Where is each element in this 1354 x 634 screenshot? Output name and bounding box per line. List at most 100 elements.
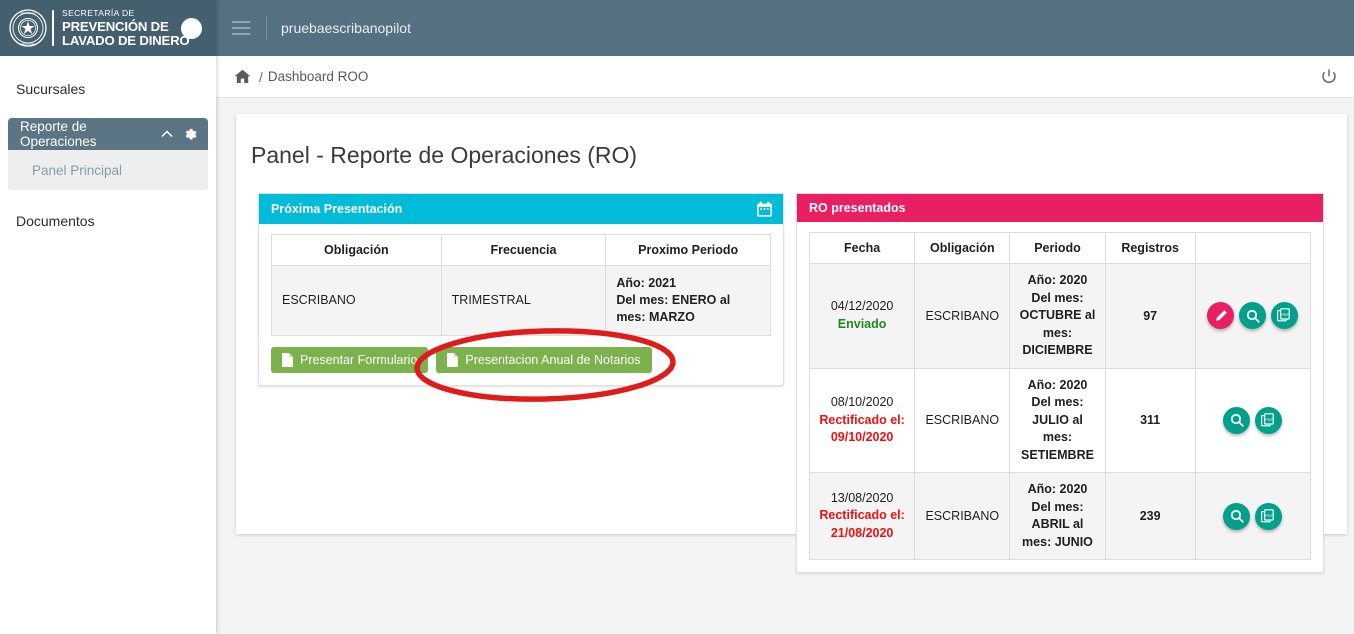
cell-registros: 97 — [1104, 263, 1196, 369]
search-icon[interactable] — [1223, 502, 1251, 530]
document-icon — [447, 352, 459, 367]
cell-obligacion: ESCRIBANO — [914, 367, 1011, 473]
cell-periodo: Año: 2020 Del mes: OCTUBRE al mes: DICIE… — [1009, 263, 1106, 369]
page-title: Panel - Reporte de Operaciones (RO) — [251, 142, 638, 168]
cell-proximo-periodo: Año: 2021 Del mes: ENERO al mes: MARZO — [605, 265, 771, 336]
sidebar-subitem-label: Panel Principal — [32, 162, 123, 178]
button-label: Presentar Formulario — [300, 352, 418, 367]
search-icon[interactable] — [1223, 406, 1251, 434]
ro-presentados-table: Fecha Obligación Periodo Registros 04/12… — [808, 232, 1312, 560]
sidebar-item-reporte-de-operaciones[interactable]: Reporte de Operaciones — [8, 118, 208, 150]
status-badge: Rectificado el: 09/10/2020 — [819, 412, 905, 445]
edit-icon[interactable] — [1207, 302, 1235, 330]
sidebar-item-label: Sucursales — [16, 81, 86, 97]
fecha-value: 13/08/2020 — [830, 490, 894, 505]
column-header-obligacion: Obligación — [271, 234, 442, 266]
main-card: Panel - Reporte de Operaciones (RO) Próx… — [236, 114, 1347, 573]
table-header-row: Fecha Obligación Periodo Registros — [808, 232, 1312, 264]
topbar: pruebaescribanopilot — [216, 0, 1354, 56]
breadcrumb-separator: / — [259, 68, 263, 85]
brand-header: REPUBLICA PARAGUAY SECRETARÍA DE PREVENC… — [0, 0, 216, 56]
sidebar-subitem-panel-principal[interactable]: Panel Principal — [8, 150, 208, 190]
periodo-rango: Del mes: ABRIL al mes: JUNIO — [1022, 499, 1093, 549]
ro-presentados-body: Fecha Obligación Periodo Registros 04/12… — [797, 222, 1323, 572]
button-label: Presentacion Anual de Notarios — [465, 352, 641, 367]
sidebar-item-label: Documentos — [16, 213, 95, 229]
table-header-row: Obligación Frecuencia Proximo Periodo — [271, 234, 771, 266]
cell-fecha: 04/12/2020 Enviado — [808, 263, 916, 369]
column-header-registros: Registros — [1104, 232, 1196, 264]
row-actions: PDF — [1203, 406, 1303, 434]
gear-icon[interactable] — [183, 127, 198, 142]
hamburger-menu-icon[interactable] — [232, 21, 250, 35]
proxima-presentacion-table: Obligación Frecuencia Proximo Periodo ES… — [271, 234, 771, 336]
column-header-fecha: Fecha — [808, 232, 916, 264]
chevron-up-icon[interactable] — [161, 128, 173, 140]
periodo-anio: Año: 2020 — [1027, 273, 1088, 287]
pdf-icon[interactable]: PDF — [1271, 302, 1299, 330]
periodo-rango: Del mes: OCTUBRE al mes: DICIEMBRE — [1019, 290, 1096, 358]
cell-registros: 311 — [1104, 367, 1196, 473]
proxima-presentacion-header: Próxima Presentación — [259, 194, 783, 224]
svg-text:REPUBLICA: REPUBLICA — [21, 11, 36, 15]
cell-acciones: PDF — [1194, 263, 1312, 369]
status-badge: Rectificado el: 21/08/2020 — [819, 508, 905, 540]
sidebar-nav: Sucursales Reporte de Operaciones Panel … — [0, 56, 216, 238]
periodo-rango: Del mes: ENERO al mes: MARZO — [616, 292, 731, 324]
app-root: REPUBLICA PARAGUAY SECRETARÍA DE PREVENC… — [0, 0, 1354, 634]
panel-button-row: Presentar Formulario Presentacion Anual … — [271, 346, 771, 373]
periodo-anio: Año: 2021 — [616, 276, 677, 290]
breadcrumb: / Dashboard ROO — [216, 56, 1354, 98]
cell-periodo: Año: 2020 Del mes: JULIO al mes: SETIEMB… — [1009, 367, 1106, 473]
cell-fecha: 08/10/2020 Rectificado el: 09/10/2020 — [808, 367, 916, 473]
svg-text:PDF: PDF — [1265, 512, 1274, 517]
cell-obligacion: ESCRIBANO — [271, 265, 442, 336]
pdf-icon[interactable]: PDF — [1255, 406, 1283, 434]
sidebar-item-sucursales[interactable]: Sucursales — [0, 72, 216, 106]
topbar-divider — [266, 15, 267, 41]
svg-text:PDF: PDF — [1265, 417, 1274, 422]
ro-presentados-panel: RO presentados Fecha Obligación Periodo … — [796, 193, 1324, 573]
power-logout-icon[interactable] — [1320, 68, 1338, 86]
sidebar-item-label: Reporte de Operaciones — [20, 119, 97, 149]
presentacion-anual-de-notarios-button[interactable]: Presentacion Anual de Notarios — [436, 346, 652, 373]
proxima-presentacion-body: Obligación Frecuencia Proximo Periodo ES… — [259, 224, 783, 385]
cell-registros: 239 — [1104, 472, 1196, 560]
table-row: 08/10/2020 Rectificado el: 09/10/2020 ES… — [808, 367, 1312, 473]
search-icon[interactable] — [1239, 302, 1267, 330]
cell-frecuencia: TRIMESTRAL — [440, 265, 607, 336]
panel-title: Próxima Presentación — [271, 202, 403, 216]
ro-presentados-header: RO presentados — [797, 194, 1323, 222]
periodo-rango: Del mes: JULIO al mes: SETIEMBRE — [1021, 395, 1094, 462]
pdf-icon[interactable]: PDF — [1255, 502, 1283, 530]
brand-line-2: PREVENCIÓN DE — [62, 18, 169, 34]
cell-fecha: 13/08/2020 Rectificado el: 21/08/2020 — [808, 472, 916, 560]
column-header-proximo-periodo: Proximo Periodo — [605, 234, 771, 266]
topbar-username: pruebaescribanopilot — [281, 20, 411, 36]
brand-text: SECRETARÍA DE PREVENCIÓN DE LAVADO DE DI… — [62, 8, 190, 47]
breadcrumb-current: Dashboard ROO — [267, 69, 369, 84]
cell-acciones: PDF — [1194, 472, 1312, 560]
proxima-presentacion-panel: Próxima Presentación Obligación Frecuenc… — [258, 193, 784, 386]
status-badge: Enviado — [837, 316, 887, 331]
avatar-circle-icon[interactable] — [181, 18, 202, 39]
table-row: ESCRIBANO TRIMESTRAL Año: 2021 Del mes: … — [271, 265, 771, 336]
svg-text:PDF: PDF — [1281, 312, 1290, 317]
cell-obligacion: ESCRIBANO — [914, 263, 1011, 369]
brand-line-1: SECRETARÍA DE — [62, 8, 135, 19]
home-icon[interactable] — [234, 69, 251, 84]
sidebar-item-documentos[interactable]: Documentos — [0, 204, 216, 238]
page-body: Panel - Reporte de Operaciones (RO) Próx… — [216, 98, 1354, 634]
paraguay-seal-icon: REPUBLICA PARAGUAY — [8, 8, 48, 48]
svg-text:PARAGUAY: PARAGUAY — [21, 42, 35, 46]
presentar-formulario-button[interactable]: Presentar Formulario — [271, 346, 429, 373]
column-header-periodo: Periodo — [1009, 232, 1106, 264]
column-header-frecuencia: Frecuencia — [440, 234, 607, 266]
calendar-icon[interactable] — [756, 201, 773, 218]
panel-title: RO presentados — [809, 201, 906, 215]
fecha-value: 04/12/2020 — [830, 299, 894, 314]
row-actions: PDF — [1203, 302, 1303, 330]
column-header-acciones — [1194, 232, 1312, 264]
sidebar: REPUBLICA PARAGUAY SECRETARÍA DE PREVENC… — [0, 0, 216, 634]
column-header-obligacion: Obligación — [914, 232, 1011, 264]
